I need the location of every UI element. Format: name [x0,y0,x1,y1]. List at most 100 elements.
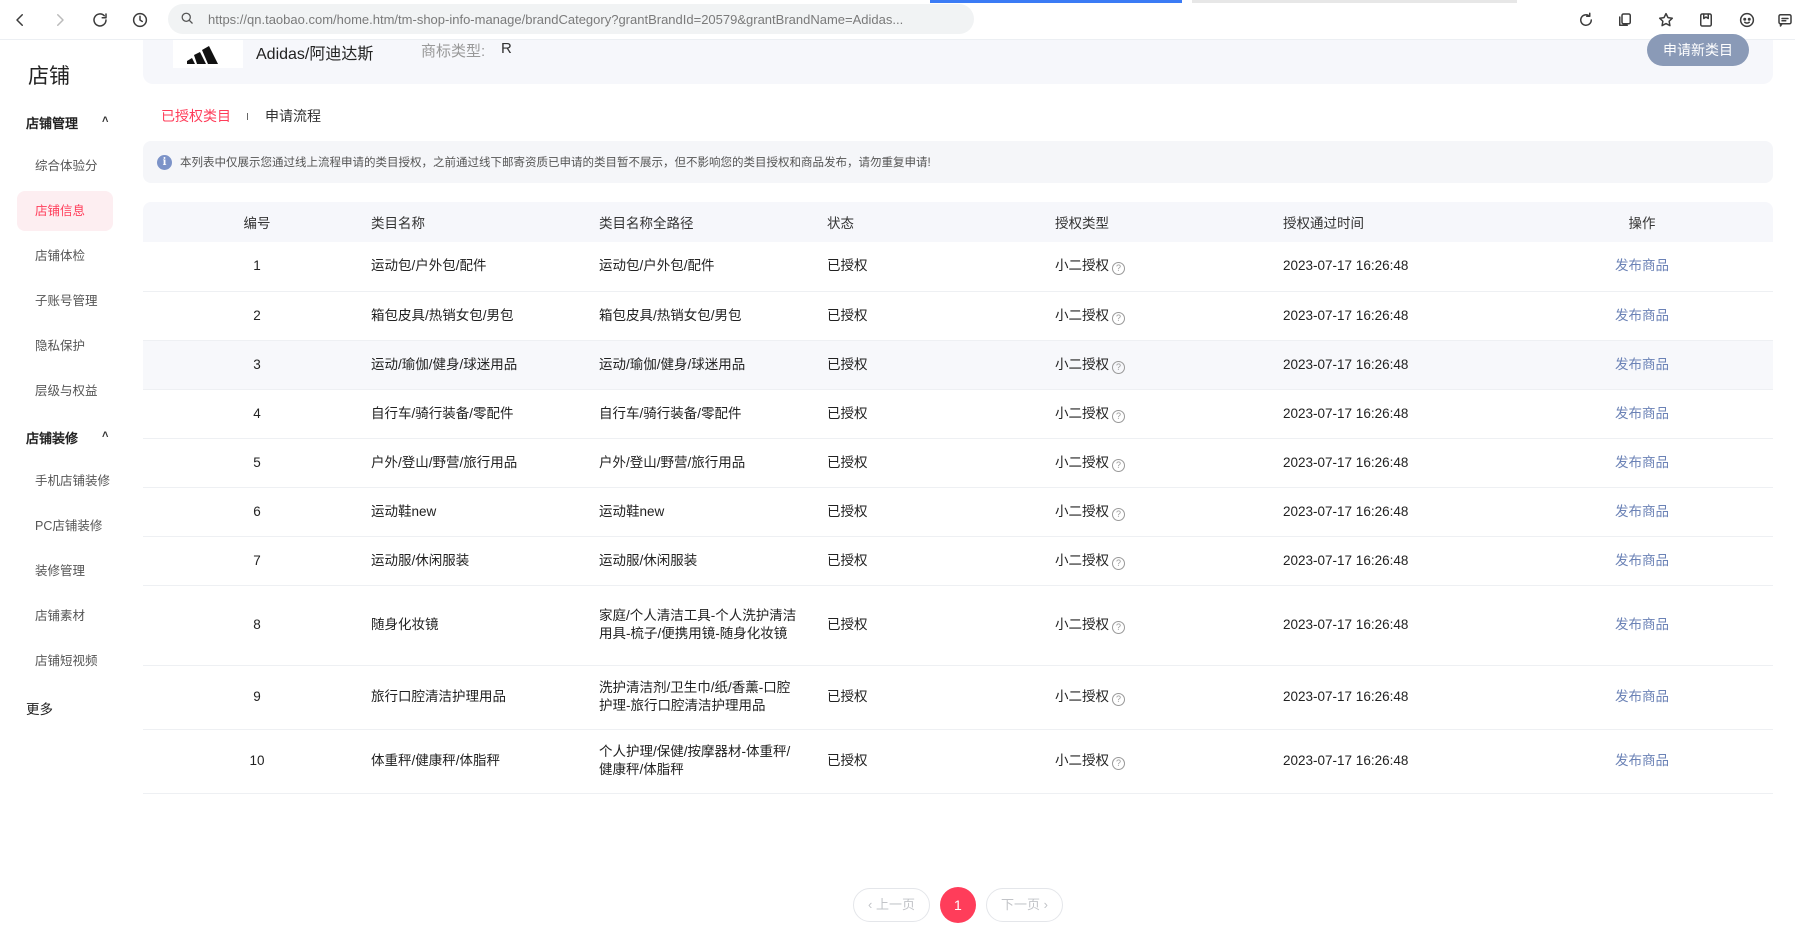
question-icon[interactable]: ? [1112,757,1125,770]
copy-tab-icon[interactable] [1613,8,1637,32]
publish-product-link[interactable]: 发布商品 [1615,308,1669,323]
auth-type-text: 小二授权 [1055,405,1109,421]
chevron-up-icon: ˄ [102,429,109,441]
cell-auth-time: 2023-07-17 16:26:48 [1283,665,1511,730]
sidebar-more[interactable]: 更多 [26,698,53,718]
cell-operation: 发布商品 [1511,242,1773,292]
auth-type-text: 小二授权 [1055,753,1109,768]
question-icon[interactable]: ? [1112,458,1125,472]
question-icon[interactable]: ? [1112,409,1125,423]
forward-icon[interactable] [48,8,72,32]
star-icon[interactable] [1654,8,1678,32]
cell-auth-time: 2023-07-17 16:26:48 [1283,340,1511,390]
prev-page-button[interactable]: ‹ 上一页 [853,888,930,922]
url-input[interactable] [208,11,948,27]
collections-icon[interactable] [1694,8,1718,32]
next-page-button[interactable]: 下一页 › [985,888,1063,922]
cell-category-path: 自行车/骑行装备/零配件 [599,389,827,439]
auth-type-text: 小二授权 [1055,454,1109,470]
sidebar-item-shop-check[interactable]: 店铺体检 [17,236,113,276]
cell-number: 2 [143,291,371,341]
cell-status: 已授权 [827,729,1055,794]
cell-category-path: 户外/登山/野营/旅行用品 [599,438,827,488]
question-icon[interactable]: ? [1112,621,1125,634]
brand-name: Adidas/阿迪达斯 [256,46,374,63]
sidebar-item-shop-info[interactable]: 店铺信息 [17,191,113,231]
pagination: ‹ 上一页 1 下一页 › [853,887,1063,923]
auth-type-text: 小二授权 [1055,689,1109,704]
cell-number: 5 [143,438,371,488]
publish-product-link[interactable]: 发布商品 [1615,753,1669,768]
cell-category-name: 旅行口腔清洁护理用品 [371,665,599,730]
cell-number: 7 [143,536,371,586]
sidebar-item-sub-accounts[interactable]: 子账号管理 [17,281,113,321]
question-icon[interactable]: ? [1112,693,1125,706]
publish-product-link[interactable]: 发布商品 [1615,553,1669,568]
page-1-button[interactable]: 1 [939,887,976,923]
refresh-page-icon[interactable] [1574,8,1598,32]
tab-authorized-categories[interactable]: 已授权类目 [161,106,231,126]
table-row: 5 户外/登山/野营/旅行用品 户外/登山/野营/旅行用品 已授权 小二授权? 2023-… [143,438,1773,488]
cell-operation: 发布商品 [1511,585,1773,666]
cell-auth-type: 小二授权? [1055,389,1283,439]
extensions-icon[interactable] [1735,8,1759,32]
tab-divider [247,112,248,120]
cell-auth-type: 小二授权? [1055,585,1283,666]
cell-status: 已授权 [827,536,1055,586]
cell-operation: 发布商品 [1511,438,1773,488]
tab-apply-process[interactable]: 申请流程 [265,106,321,126]
cell-auth-time: 2023-07-17 16:26:48 [1283,242,1511,292]
question-icon[interactable]: ? [1112,556,1125,570]
cell-number: 4 [143,389,371,439]
auth-type-text: 小二授权 [1055,503,1109,519]
header-number: 编号 [143,202,371,242]
question-icon[interactable]: ? [1112,360,1125,374]
sidebar-item-pc-decoration[interactable]: PC店铺装修 [17,506,113,546]
cell-auth-time: 2023-07-17 16:26:48 [1283,487,1511,537]
sidebar-item-mobile-decoration[interactable]: 手机店铺装修 [17,461,113,501]
publish-product-link[interactable]: 发布商品 [1615,617,1669,632]
cell-number: 1 [143,242,371,292]
brand-card: Adidas/阿迪达斯 商标类型: R 申请新类目 [143,34,1773,84]
cell-category-name: 运动服/休闲服装 [371,536,599,586]
sidebar-item-levels[interactable]: 层级与权益 [17,371,113,411]
sidebar-item-privacy[interactable]: 隐私保护 [17,326,113,366]
cell-status: 已授权 [827,291,1055,341]
auth-type-text: 小二授权 [1055,307,1109,323]
cell-category-name: 运动鞋new [371,487,599,537]
question-icon[interactable]: ? [1112,507,1125,521]
sidebar-group-label: 店铺装修 [26,431,79,446]
address-bar[interactable] [168,4,974,34]
sidebar-item-decoration-management[interactable]: 装修管理 [17,551,113,591]
auth-type-text: 小二授权 [1055,617,1109,632]
cell-number: 9 [143,665,371,730]
back-icon[interactable] [8,8,32,32]
sidebar-item-shop-materials[interactable]: 店铺素材 [17,596,113,636]
reload-icon[interactable] [88,8,112,32]
sidebar-group-shop-decoration[interactable]: 店铺装修 ˄ [26,428,108,447]
sidebar-group-shop-management[interactable]: 店铺管理 ˄ [26,113,108,132]
chat-icon[interactable] [1773,8,1795,32]
publish-product-link[interactable]: 发布商品 [1615,406,1669,421]
publish-product-link[interactable]: 发布商品 [1615,357,1669,372]
cell-status: 已授权 [827,242,1055,292]
cell-auth-type: 小二授权? [1055,665,1283,730]
publish-product-link[interactable]: 发布商品 [1615,258,1669,273]
publish-product-link[interactable]: 发布商品 [1615,689,1669,704]
table-row: 6 运动鞋new 运动鞋new 已授权 小二授权? 2023-07-17 16:26:48… [143,487,1773,537]
sidebar-item-experience-score[interactable]: 综合体验分 [17,146,113,186]
cell-category-name: 随身化妆镜 [371,585,599,666]
cell-operation: 发布商品 [1511,291,1773,341]
cell-auth-type: 小二授权? [1055,438,1283,488]
sidebar-item-short-video[interactable]: 店铺短视频 [17,641,113,681]
cell-auth-type: 小二授权? [1055,291,1283,341]
question-icon[interactable]: ? [1112,262,1125,276]
auth-type-text: 小二授权 [1055,356,1109,372]
publish-product-link[interactable]: 发布商品 [1615,455,1669,470]
history-icon[interactable] [128,8,152,32]
publish-product-link[interactable]: 发布商品 [1615,504,1669,519]
apply-new-category-button[interactable]: 申请新类目 [1647,34,1749,66]
sidebar-title: 店铺 [28,65,70,88]
question-icon[interactable]: ? [1112,311,1125,325]
header-auth-type: 授权类型 [1055,202,1283,242]
